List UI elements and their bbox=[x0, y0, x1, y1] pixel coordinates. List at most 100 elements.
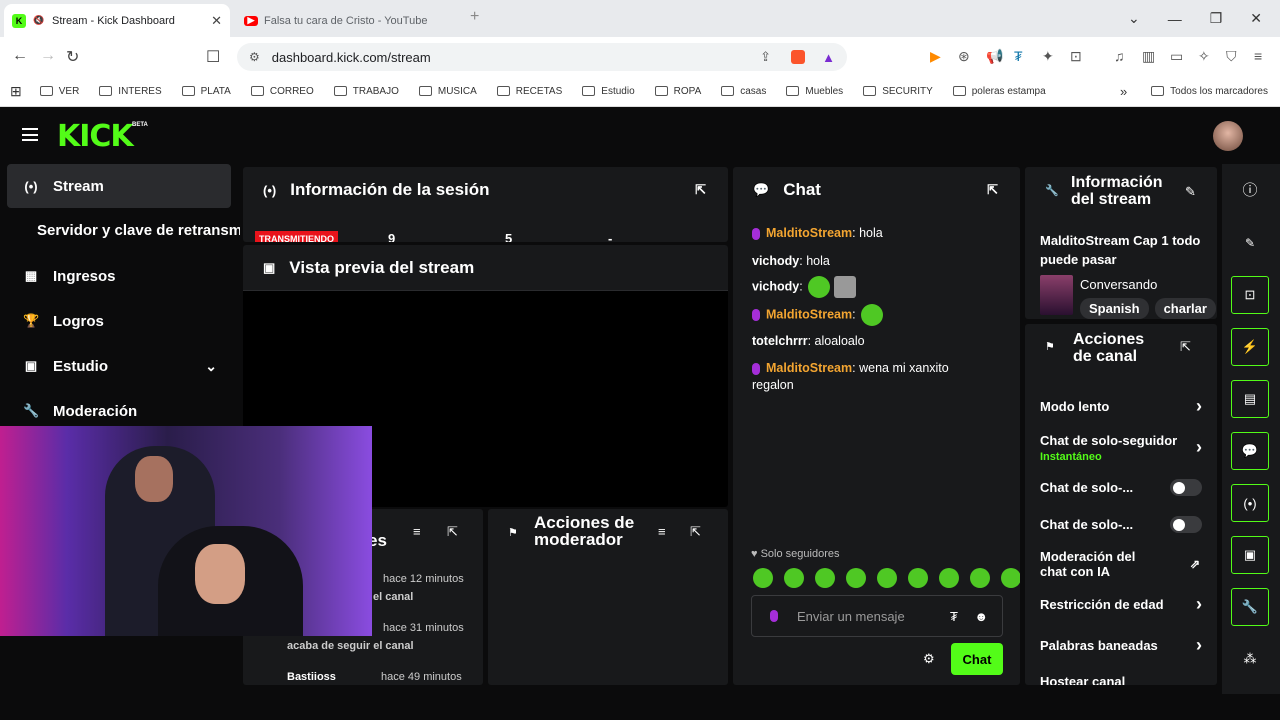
chat-username[interactable]: MalditoStream bbox=[766, 307, 852, 321]
edit-icon[interactable]: ✎ bbox=[1231, 224, 1269, 262]
chat-bubble-icon[interactable]: 💬 bbox=[1231, 432, 1269, 470]
close-window-icon[interactable]: ✕ bbox=[1250, 10, 1262, 27]
leo-icon[interactable]: ✧ bbox=[1198, 48, 1210, 65]
back-icon[interactable]: ← bbox=[12, 47, 28, 65]
share-icon[interactable]: ⇪ bbox=[760, 49, 771, 65]
emote-icon[interactable] bbox=[784, 568, 804, 588]
info-icon[interactable]: ⓘ bbox=[1231, 170, 1269, 208]
bookmark-folder[interactable]: CORREO bbox=[250, 86, 314, 97]
action-age-restriction[interactable]: Restricción de edad › bbox=[1040, 594, 1202, 614]
bookmark-folder[interactable]: Muebles bbox=[786, 86, 843, 97]
chat-message-input[interactable]: Enviar un mensaje ₮ ☻ bbox=[751, 595, 1003, 637]
toggle-switch[interactable] bbox=[1170, 516, 1202, 533]
hamburger-menu-icon[interactable] bbox=[22, 128, 38, 141]
forward-icon[interactable]: → bbox=[40, 47, 56, 65]
sidebar-item-stream[interactable]: (•) Stream bbox=[7, 164, 231, 208]
popout-icon[interactable]: ⇱ bbox=[690, 524, 701, 540]
popout-icon[interactable]: ⇱ bbox=[1180, 339, 1191, 355]
bookmark-folder[interactable]: poleras estampa bbox=[952, 86, 1046, 97]
bookmark-folder[interactable]: PLATA bbox=[181, 86, 231, 97]
puzzle-icon[interactable]: ✦ bbox=[1042, 48, 1054, 65]
reload-icon[interactable]: ↻ bbox=[66, 47, 79, 67]
chat-username[interactable]: vichody bbox=[752, 279, 799, 293]
settings-icon[interactable]: ⚙ bbox=[923, 651, 935, 667]
kick-logo[interactable]: KICK bbox=[57, 119, 134, 154]
megaphone-icon[interactable]: 📢 bbox=[986, 48, 1003, 65]
tab-kick-dashboard[interactable]: K 🔇 Stream - Kick Dashboard ✕ bbox=[4, 4, 230, 37]
popout-icon[interactable]: ⇱ bbox=[987, 182, 998, 198]
filter-icon[interactable]: ≡ bbox=[413, 524, 421, 539]
sidebar-item-ingresos[interactable]: ▦ Ingresos bbox=[7, 254, 231, 298]
close-tab-icon[interactable]: ✕ bbox=[211, 13, 222, 29]
capture-icon[interactable]: ⊡ bbox=[1070, 48, 1082, 65]
emote-icon[interactable] bbox=[908, 568, 928, 588]
action-followers-chat[interactable]: Chat de solo-seguidor Instantáneo › bbox=[1040, 433, 1202, 463]
send-chat-button[interactable]: Chat bbox=[951, 643, 1003, 675]
toggle-switch[interactable] bbox=[1170, 479, 1202, 496]
emote-icon[interactable] bbox=[1001, 568, 1020, 588]
tag-chip[interactable]: Spanish bbox=[1080, 298, 1149, 319]
all-bookmarks-folder[interactable]: Todos los marcadores bbox=[1151, 86, 1268, 97]
chat-username[interactable]: MalditoStream bbox=[766, 226, 852, 240]
emote-icon[interactable] bbox=[877, 568, 897, 588]
chat-username[interactable]: vichody bbox=[752, 254, 799, 268]
menu-icon[interactable]: ≡ bbox=[1254, 48, 1262, 64]
sidebar-item-logros[interactable]: 🏆 Logros bbox=[7, 299, 231, 343]
chat-username[interactable]: MalditoStream bbox=[766, 361, 852, 375]
bookmark-folder[interactable]: Estudio bbox=[582, 86, 635, 97]
chat-username[interactable]: totelchrrr bbox=[752, 334, 808, 348]
tab-youtube[interactable]: ▶ Falsa tu cara de Cristo - YouTube bbox=[236, 4, 466, 37]
translate-icon[interactable]: ₮ bbox=[1014, 48, 1023, 64]
wallet-icon[interactable]: ▭ bbox=[1170, 48, 1183, 65]
bookmark-folder[interactable]: VER bbox=[39, 86, 79, 97]
sidebar-icon[interactable]: ▥ bbox=[1142, 48, 1155, 65]
minimize-icon[interactable]: — bbox=[1168, 11, 1182, 27]
bookmark-folder[interactable]: RECETAS bbox=[496, 86, 562, 97]
clip-icon[interactable]: ⊡ bbox=[1231, 276, 1269, 314]
music-icon[interactable]: ♫ bbox=[1114, 48, 1125, 64]
emote-icon[interactable] bbox=[846, 568, 866, 588]
bookmark-folder[interactable]: MUSICA bbox=[418, 86, 477, 97]
lightning-icon[interactable]: ⚡ bbox=[1231, 328, 1269, 366]
action-banned-words[interactable]: Palabras baneadas › bbox=[1040, 635, 1202, 655]
bookmark-icon[interactable]: ☐ bbox=[206, 47, 220, 67]
action-ai-moderation[interactable]: Moderación del chat con IA ⇗ bbox=[1040, 549, 1200, 579]
vpn-icon[interactable]: ⛉ bbox=[1226, 48, 1237, 65]
emote-icon[interactable] bbox=[753, 568, 773, 588]
mute-icon[interactable]: 🔇 bbox=[32, 14, 46, 28]
extension-icon[interactable]: ⊛ bbox=[958, 48, 970, 65]
emote-icon[interactable] bbox=[970, 568, 990, 588]
popout-icon[interactable]: ⇱ bbox=[447, 524, 458, 540]
sidebar-item-server-key[interactable]: Servidor y clave de retransmisión bbox=[37, 222, 240, 239]
popout-icon[interactable]: ⇱ bbox=[695, 182, 706, 198]
maximize-icon[interactable]: ❐ bbox=[1210, 10, 1223, 27]
rewards-icon[interactable]: ▲ bbox=[822, 50, 835, 65]
category-thumbnail[interactable] bbox=[1040, 275, 1073, 315]
filter-icon[interactable]: ≡ bbox=[658, 524, 666, 539]
more-bookmarks-icon[interactable]: » bbox=[1120, 84, 1127, 99]
user-avatar[interactable] bbox=[1213, 121, 1243, 151]
edit-icon[interactable]: ✎ bbox=[1185, 184, 1196, 200]
emoji-icon[interactable]: ☻ bbox=[974, 609, 988, 624]
emote-icon[interactable] bbox=[815, 568, 835, 588]
brave-shield-icon[interactable] bbox=[791, 50, 805, 64]
bookmark-folder[interactable]: ROPA bbox=[654, 86, 701, 97]
play-icon[interactable]: ▶ bbox=[930, 48, 941, 65]
bookmark-folder[interactable]: casas bbox=[721, 86, 766, 97]
action-host-channel[interactable]: Hostear canal bbox=[1040, 674, 1202, 685]
layout-icon[interactable]: ▣ bbox=[1231, 536, 1269, 574]
notes-icon[interactable]: ▤ bbox=[1231, 380, 1269, 418]
new-tab-icon[interactable]: + bbox=[470, 8, 479, 26]
tag-chip[interactable]: charlar bbox=[1154, 298, 1216, 319]
sidebar-item-estudio[interactable]: ▣ Estudio ⌄ bbox=[7, 344, 231, 388]
category-name[interactable]: Conversando bbox=[1080, 277, 1157, 292]
bookmark-folder[interactable]: SECURITY bbox=[863, 86, 933, 97]
broadcast-icon[interactable]: (•) bbox=[1231, 484, 1269, 522]
site-info-icon[interactable]: ⚙ bbox=[249, 50, 260, 64]
url-field[interactable]: ⚙ dashboard.kick.com/stream ⇪ ▲ bbox=[237, 43, 847, 71]
bookmark-folder[interactable]: INTERES bbox=[99, 86, 162, 97]
emote-icon[interactable] bbox=[939, 568, 959, 588]
tab-search-icon[interactable]: ⌄ bbox=[1128, 10, 1140, 27]
wrench-icon[interactable]: 🔧 bbox=[1231, 588, 1269, 626]
action-slow-mode[interactable]: Modo lento › bbox=[1040, 396, 1202, 416]
